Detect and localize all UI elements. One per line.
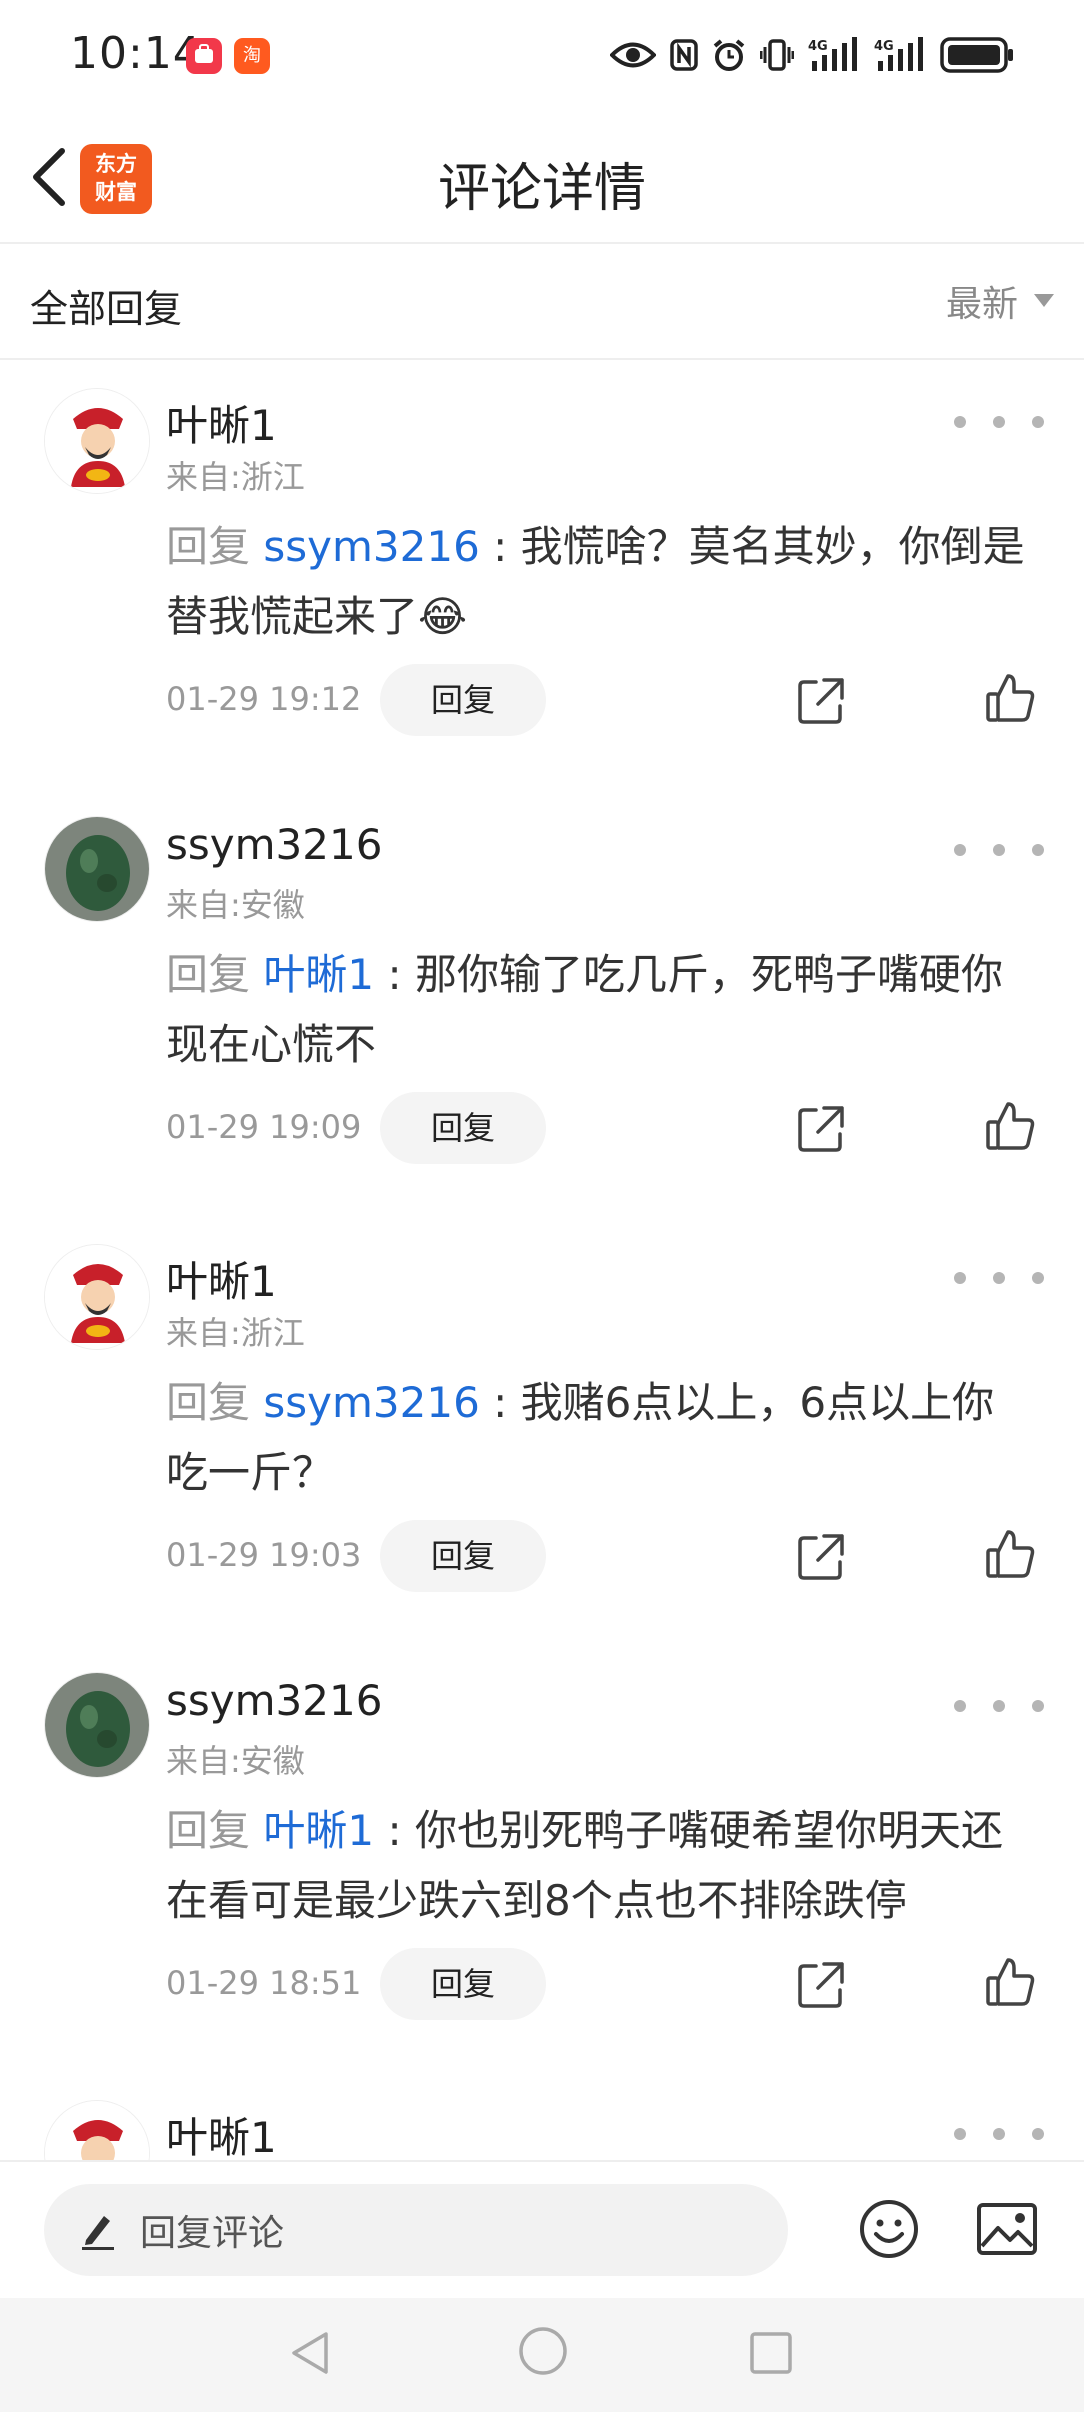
mention-link[interactable]: ssym3216 [263, 522, 479, 571]
mention-link[interactable]: 叶晰1 [263, 950, 374, 999]
more-options-button[interactable] [954, 1268, 1044, 1288]
username[interactable]: ssym3216 [166, 820, 382, 869]
comment-text: 回复 叶晰1 : 你也别死鸭子嘴硬希望你明天还在看可是最少跌六到8个点也不排除跌… [166, 1796, 1026, 1936]
comment-timestamp: 01-29 18:51 [166, 1964, 362, 2002]
comment-item: ssym3216 来自:安徽 回复 叶晰1 : 你也别死鸭子嘴硬希望你明天还在看… [0, 1646, 1084, 2074]
pencil-icon [82, 2216, 114, 2250]
avatar[interactable] [44, 388, 150, 494]
thumbs-up-icon[interactable] [984, 1956, 1036, 2008]
svg-text:4G: 4G [808, 39, 828, 54]
reply-prefix: 回复 [166, 1806, 251, 1855]
header-bar: 东方 财富 评论详情 [0, 110, 1084, 244]
share-icon[interactable] [796, 1104, 846, 1154]
mention-link[interactable]: ssym3216 [263, 1378, 479, 1427]
triangle-back-icon [292, 2332, 328, 2374]
reply-button[interactable]: 回复 [380, 664, 546, 736]
username[interactable]: ssym3216 [166, 1676, 382, 1725]
reply-button[interactable]: 回复 [380, 1948, 546, 2020]
location-label: 来自:浙江 [166, 1314, 305, 1352]
reply-button[interactable]: 回复 [380, 1092, 546, 1164]
system-back-button[interactable] [286, 2328, 336, 2382]
svg-text:4G: 4G [874, 39, 894, 54]
comment-list: 叶晰1 来自:浙江 回复 ssym3216 : 我慌啥？莫名其妙，你倒是替我慌起… [0, 362, 1084, 2160]
sort-dropdown[interactable]: 最新 [946, 274, 1054, 328]
more-options-button[interactable] [954, 840, 1044, 860]
nfc-icon [670, 39, 698, 71]
comment-text: 回复 ssym3216 : 我慌啥？莫名其妙，你倒是替我慌起来了😂 [166, 512, 1026, 652]
location-label: 来自:浙江 [166, 458, 305, 496]
all-replies-label: 全部回复 [30, 287, 183, 331]
comment-text: 回复 ssym3216 : 我赌6点以上，6点以上你吃一斤？ [166, 1368, 1026, 1508]
battery-icon [940, 37, 1013, 73]
more-options-button[interactable] [954, 2124, 1044, 2144]
status-bar: 10:14 淘 4G 4G [0, 0, 1084, 110]
more-options-button[interactable] [954, 412, 1044, 432]
comment-text: 回复 叶晰1 : 那你输了吃几斤，死鸭子嘴硬你现在心慌不 [166, 940, 1026, 1080]
status-time: 10:14 [70, 28, 202, 79]
system-nav-bar [0, 2298, 1084, 2412]
share-icon[interactable] [796, 1532, 846, 1582]
avatar[interactable] [44, 2100, 150, 2160]
composer-bar: 回复评论 [0, 2160, 1084, 2296]
reply-prefix: 回复 [166, 950, 251, 999]
circle-home-icon [519, 2327, 567, 2375]
reply-button[interactable]: 回复 [380, 1520, 546, 1592]
reply-prefix: 回复 [166, 522, 251, 571]
reply-input-placeholder: 回复评论 [140, 2213, 285, 2254]
square-recents-icon [750, 2332, 792, 2374]
pinduoduo-icon [186, 38, 222, 74]
status-indicators: 4G 4G [610, 30, 1014, 80]
signal-4g-icon: 4G [874, 37, 923, 71]
reply-comment-input[interactable]: 回复评论 [44, 2184, 788, 2276]
emoji-icon[interactable] [858, 2198, 920, 2260]
username[interactable]: 叶晰1 [166, 392, 277, 453]
system-home-button[interactable] [516, 2324, 570, 2382]
taobao-icon: 淘 [234, 38, 270, 74]
more-options-button[interactable] [954, 1696, 1044, 1716]
vibrate-icon [760, 39, 794, 71]
username[interactable]: 叶晰1 [166, 1248, 277, 1309]
comment-item: 叶晰1 来自:浙江 回复 ssym3216 : 我慌啥？莫名其妙，你倒是替我慌起… [0, 362, 1084, 790]
avatar[interactable] [44, 1244, 150, 1350]
username[interactable]: 叶晰1 [166, 2104, 277, 2160]
reply-prefix: 回复 [166, 1378, 251, 1427]
comment-item-partial: 叶晰1 [0, 2074, 1084, 2160]
thumbs-up-icon[interactable] [984, 1528, 1036, 1580]
avatar[interactable] [44, 1672, 150, 1778]
caret-down-icon [1034, 294, 1054, 307]
signal-4g-icon: 4G [808, 37, 857, 71]
alarm-icon [713, 39, 745, 71]
thumbs-up-icon[interactable] [984, 672, 1036, 724]
filter-bar: 全部回复 最新 [0, 244, 1084, 360]
comment-item: ssym3216 来自:安徽 回复 叶晰1 : 那你输了吃几斤，死鸭子嘴硬你现在… [0, 790, 1084, 1218]
share-icon[interactable] [796, 676, 846, 726]
page-title: 评论详情 [437, 159, 646, 219]
sort-label: 最新 [945, 284, 1018, 325]
comment-timestamp: 01-29 19:03 [166, 1536, 362, 1574]
location-label: 来自:安徽 [166, 1742, 305, 1780]
comment-item: 叶晰1 来自:浙江 回复 ssym3216 : 我赌6点以上，6点以上你吃一斤？… [0, 1218, 1084, 1646]
mention-link[interactable]: 叶晰1 [263, 1806, 374, 1855]
avatar[interactable] [44, 816, 150, 922]
laughing-emoji: 😂 [418, 592, 468, 641]
location-label: 来自:安徽 [166, 886, 305, 924]
eye-icon [610, 42, 656, 68]
system-recents-button[interactable] [746, 2328, 796, 2382]
image-icon[interactable] [976, 2202, 1038, 2256]
share-icon[interactable] [796, 1960, 846, 2010]
comment-timestamp: 01-29 19:12 [166, 680, 362, 718]
thumbs-up-icon[interactable] [984, 1100, 1036, 1152]
comment-timestamp: 01-29 19:09 [166, 1108, 362, 1146]
